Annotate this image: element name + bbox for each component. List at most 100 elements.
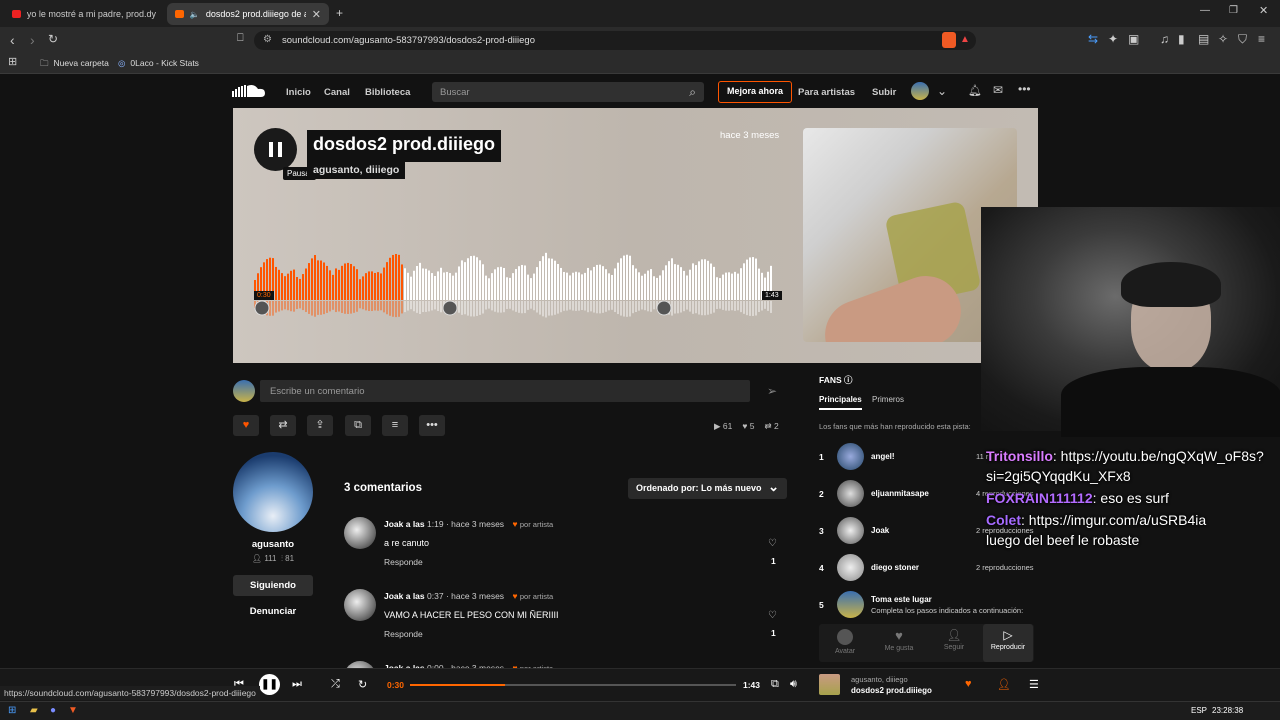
- clock[interactable]: 23:28:38: [1212, 706, 1243, 715]
- progress-bar[interactable]: [410, 684, 736, 686]
- close-window-icon[interactable]: ✕: [1259, 6, 1268, 17]
- leo-icon[interactable]: ✧: [1218, 33, 1228, 45]
- bookmark-folder[interactable]: 🗀 Nueva carpeta: [40, 58, 109, 72]
- chevron-down-icon[interactable]: ⌄: [937, 84, 947, 98]
- more-icon[interactable]: •••: [1018, 82, 1031, 96]
- fan-avatar[interactable]: [837, 517, 864, 544]
- discord-icon[interactable]: ●: [50, 705, 56, 716]
- new-tab-icon[interactable]: +: [336, 7, 343, 19]
- upgrade-button[interactable]: Mejora ahora: [718, 81, 792, 103]
- rewards-icon[interactable]: ▲: [960, 34, 970, 45]
- screenshot-icon[interactable]: ▣: [1128, 33, 1139, 45]
- fan-name[interactable]: angel!: [871, 452, 895, 461]
- following-button[interactable]: Siguiendo: [233, 575, 313, 596]
- waveform-bar: [728, 272, 730, 300]
- shuffle-icon[interactable]: ⤮: [331, 678, 340, 691]
- apps-grid-icon[interactable]: ⊞: [8, 57, 17, 68]
- waveform-reflection: [419, 301, 421, 314]
- waveform-reflection: [560, 301, 562, 313]
- close-tab-icon[interactable]: ✕: [312, 8, 321, 21]
- nav-inicio[interactable]: Inicio: [286, 87, 311, 98]
- pause-button[interactable]: [254, 128, 297, 171]
- player-cover[interactable]: [819, 674, 840, 695]
- report-button[interactable]: Denunciar: [233, 606, 313, 617]
- tab-principales[interactable]: Principales: [819, 395, 862, 410]
- share-button[interactable]: ⇪: [307, 415, 333, 436]
- send-icon[interactable]: ➢: [757, 380, 787, 402]
- fan-avatar[interactable]: [837, 480, 864, 507]
- tab-soundcloud[interactable]: 🔈 dosdos2 prod.diiiego de agu ✕: [167, 3, 329, 25]
- comment-like-icon[interactable]: ♡: [768, 610, 777, 621]
- next-icon[interactable]: ⏭: [292, 678, 302, 691]
- player-pause-button[interactable]: ❚❚: [259, 674, 280, 695]
- uploader-name[interactable]: agusanto: [233, 539, 313, 550]
- like-button[interactable]: ♥: [233, 415, 259, 436]
- avatar[interactable]: [911, 82, 929, 100]
- bookmark-kick-stats[interactable]: ◎ 0Laco - Kick Stats: [118, 58, 199, 69]
- sort-dropdown[interactable]: Ordenado por: Lo más nuevo ⌄: [628, 478, 787, 499]
- menu-icon[interactable]: ≡: [1258, 33, 1265, 45]
- reply-button[interactable]: Responde: [384, 557, 423, 567]
- restore-icon[interactable]: ❐: [1229, 6, 1238, 16]
- search-icon[interactable]: ⌕: [689, 85, 696, 100]
- back-icon[interactable]: ‹: [10, 33, 15, 47]
- player-like-icon[interactable]: ♥: [965, 678, 972, 690]
- site-info-icon[interactable]: ⚙: [263, 34, 272, 45]
- tab-primeros[interactable]: Primeros: [872, 395, 904, 404]
- messages-icon[interactable]: ✉: [993, 83, 1003, 97]
- soundcloud-logo-icon[interactable]: [232, 84, 266, 98]
- waveform-reflection: [551, 301, 553, 316]
- reply-button[interactable]: Responde: [384, 629, 423, 639]
- waveform[interactable]: [254, 250, 774, 320]
- translate-icon[interactable]: ⇆: [1088, 33, 1098, 45]
- reload-icon[interactable]: ↻: [48, 33, 58, 45]
- vpn-icon[interactable]: ⛉: [1238, 33, 1247, 45]
- waveform-reflection: [578, 301, 580, 311]
- nav-biblioteca[interactable]: Biblioteca: [365, 87, 410, 98]
- volume-icon[interactable]: 🔊︎: [790, 678, 797, 691]
- nav-canal[interactable]: Canal: [324, 87, 350, 98]
- tab-youtube[interactable]: yo le mostré a mi padre, prod.dylass: [4, 3, 164, 25]
- comment-avatar[interactable]: [344, 589, 376, 621]
- player-title[interactable]: dosdos2 prod.diiiego: [851, 686, 932, 695]
- for-artists-link[interactable]: Para artistas: [798, 87, 855, 98]
- repost-button[interactable]: ⇄: [270, 415, 296, 436]
- comment-input[interactable]: Escribe un comentario: [260, 380, 750, 402]
- wallet-icon[interactable]: ▤: [1198, 33, 1209, 45]
- fan-name[interactable]: eljuanmitasape: [871, 489, 929, 498]
- upload-link[interactable]: Subir: [872, 87, 896, 98]
- fan-avatar[interactable]: [837, 443, 864, 470]
- cast-icon[interactable]: ⧉: [771, 678, 779, 691]
- queue-icon[interactable]: ☰: [1029, 678, 1039, 691]
- music-icon[interactable]: ♫: [1160, 33, 1169, 45]
- player-artist[interactable]: agusanto, diiiego: [851, 675, 908, 684]
- language-indicator[interactable]: ESP: [1191, 706, 1207, 715]
- uploader-avatar[interactable]: [233, 452, 313, 532]
- track-artist[interactable]: agusanto, diiiego: [307, 162, 406, 179]
- search-input[interactable]: Buscar ⌕: [432, 82, 704, 102]
- copy-link-button[interactable]: ⧉: [345, 415, 371, 436]
- bookmark-icon[interactable]: ⎕: [237, 33, 244, 44]
- fan-avatar[interactable]: [837, 554, 864, 581]
- windows-start-icon[interactable]: ⊞: [8, 705, 16, 716]
- extensions-icon[interactable]: ✦: [1108, 33, 1118, 45]
- url-field[interactable]: ⚙ soundcloud.com/agusanto-583797993/dosd…: [254, 31, 976, 50]
- sidebar-icon[interactable]: ▮: [1178, 33, 1185, 45]
- brave-icon[interactable]: ▼: [68, 705, 78, 716]
- forward-icon[interactable]: ›: [30, 33, 35, 47]
- comment-like-icon[interactable]: ♡: [768, 538, 777, 549]
- comment-avatar[interactable]: [344, 517, 376, 549]
- player-follow-icon[interactable]: 👤︎: [997, 678, 1011, 691]
- waveform-reflection: [380, 301, 382, 311]
- file-explorer-icon[interactable]: ▰: [30, 705, 38, 716]
- fan-name[interactable]: diego stoner: [871, 563, 919, 572]
- add-to-playlist-button[interactable]: ≡: [382, 415, 408, 436]
- repeat-icon[interactable]: ↻: [358, 678, 367, 691]
- notifications-icon[interactable]: 🔔︎: [968, 84, 982, 97]
- brave-shield-icon[interactable]: [942, 32, 956, 48]
- minimize-icon[interactable]: —: [1200, 6, 1210, 16]
- step-play[interactable]: ▷ Reproducir: [983, 624, 1033, 662]
- fan-name[interactable]: Joak: [871, 526, 889, 535]
- fan-avatar[interactable]: [837, 591, 864, 618]
- more-button[interactable]: •••: [419, 415, 445, 436]
